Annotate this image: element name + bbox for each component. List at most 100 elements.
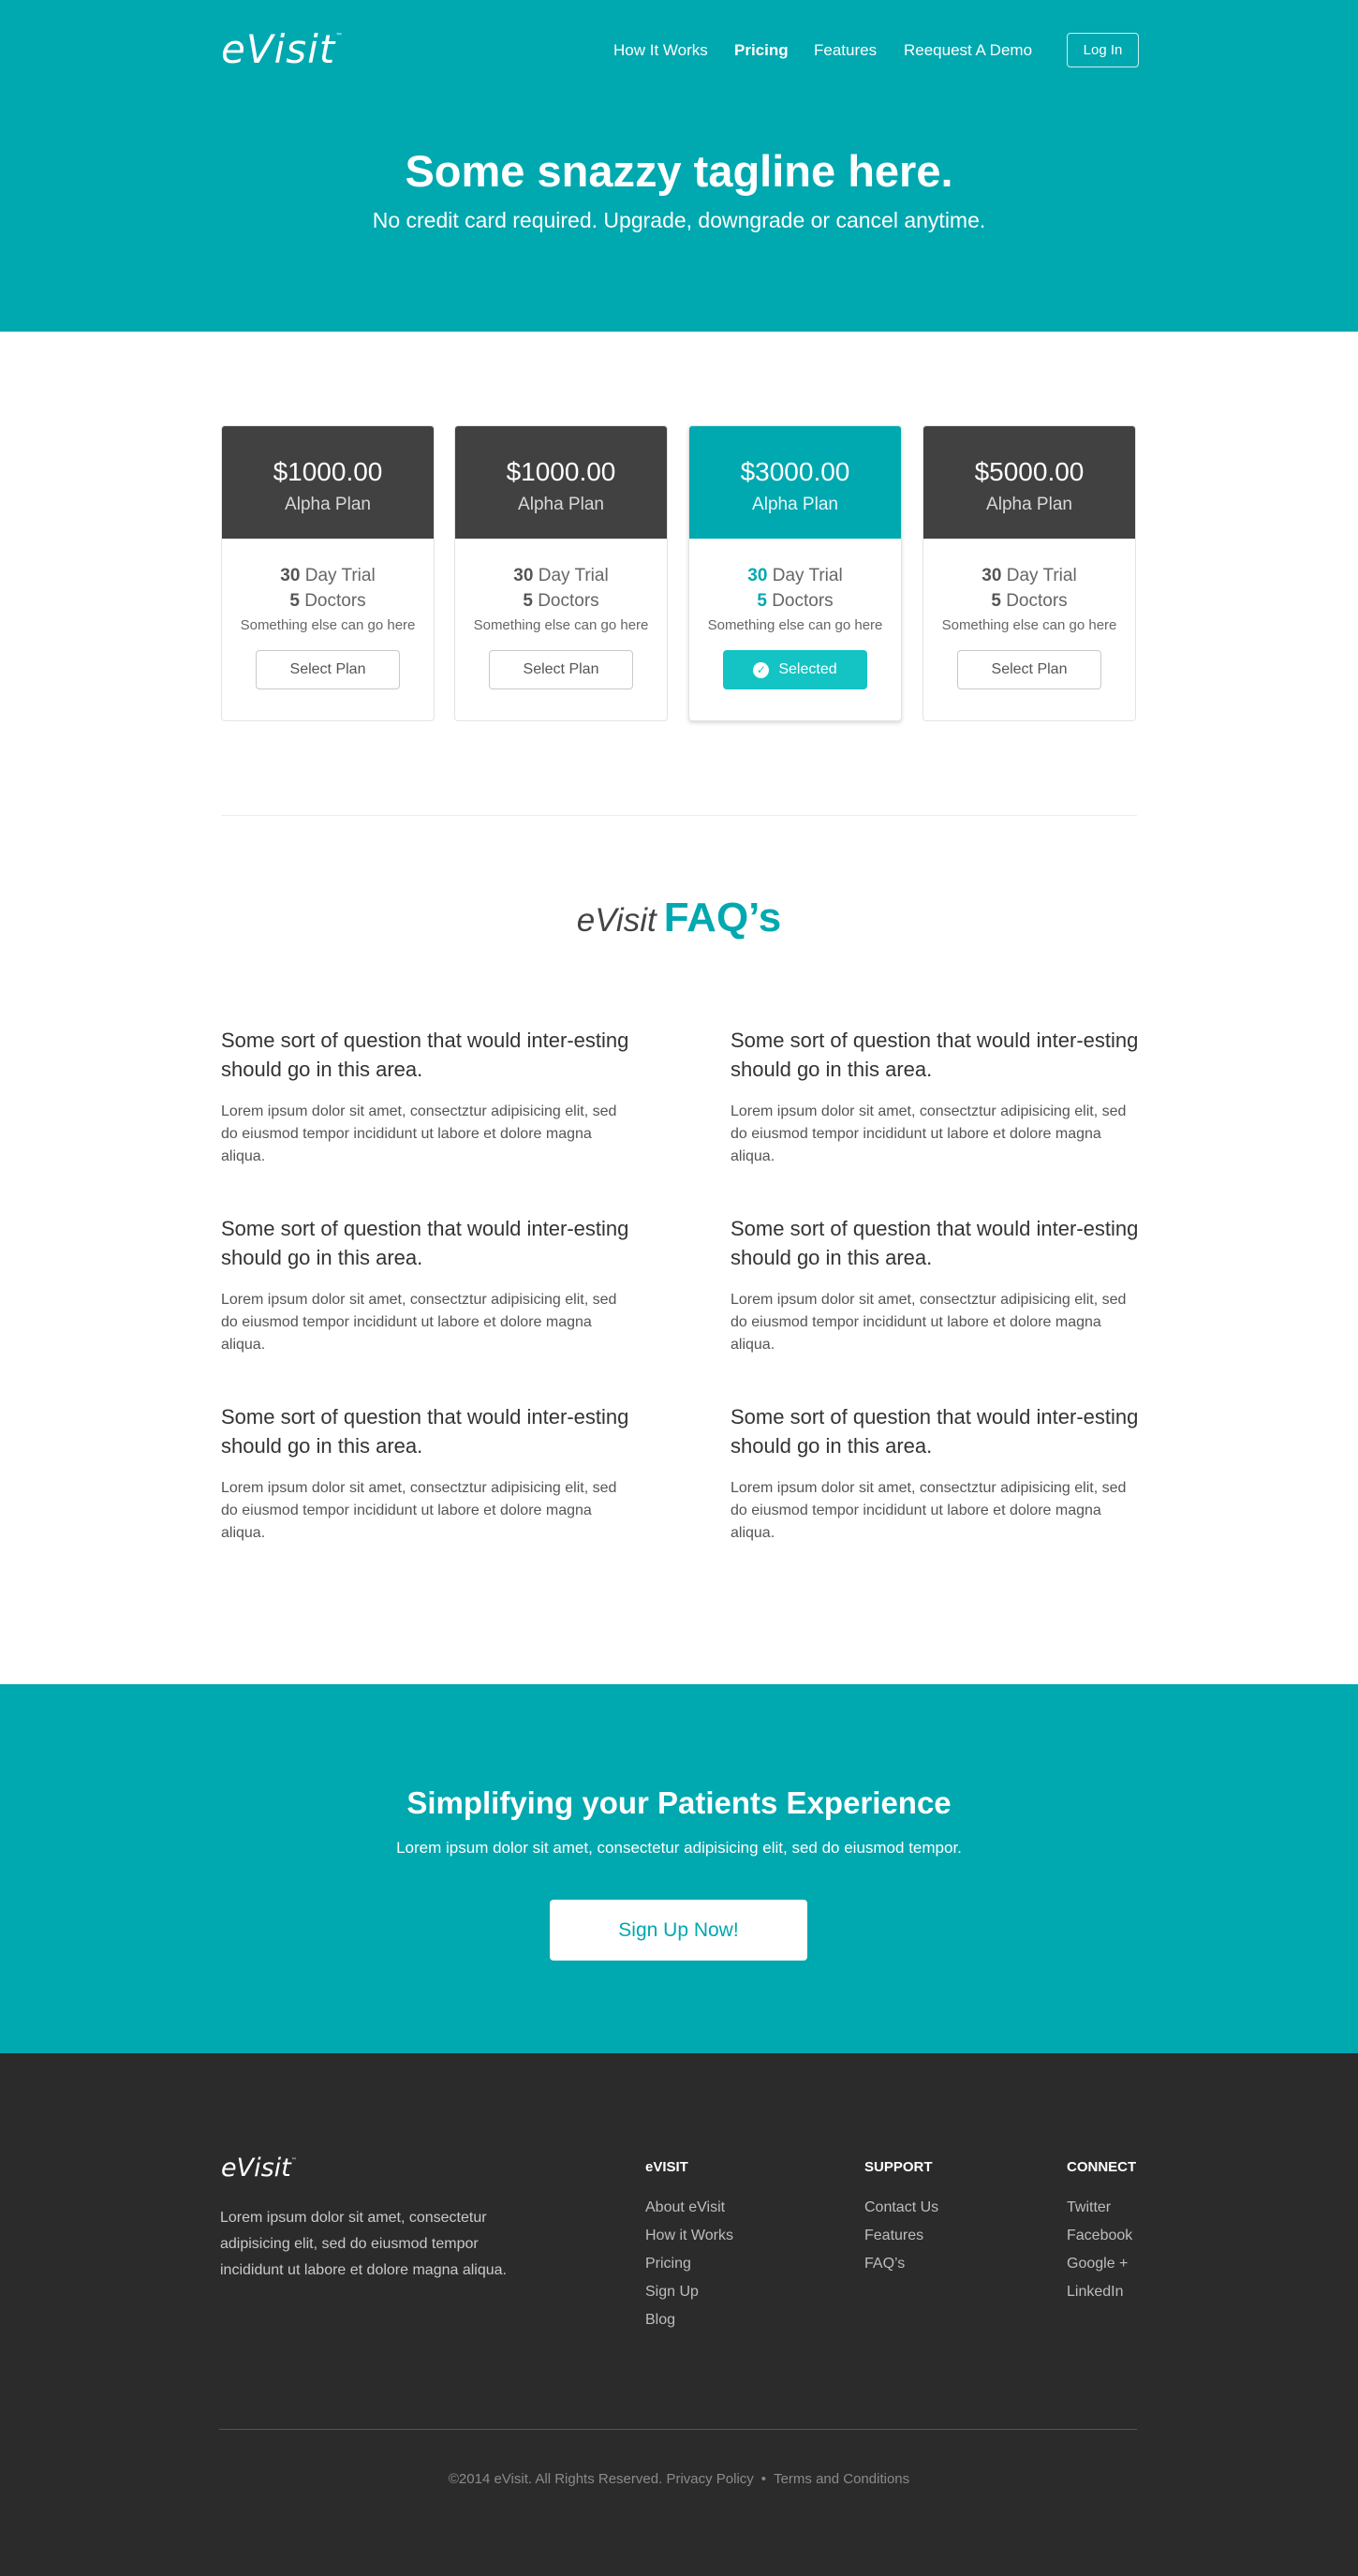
nav-features[interactable]: Features <box>814 41 877 60</box>
footer-link-google-plus[interactable]: Google + <box>1067 2250 1136 2278</box>
footer-column-evisit: eVISIT About eVisit How it Works Pricing… <box>645 2159 733 2334</box>
faq-question: Some sort of question that would inter-e… <box>731 1217 1139 1269</box>
plan-trial-number: 30 <box>280 566 301 585</box>
copyright-text: ©2014 eVisit. All Rights Reserved. <box>448 2471 663 2487</box>
nav-how-it-works[interactable]: How It Works <box>613 41 708 60</box>
footer-column-connect: CONNECT Twitter Facebook Google + Linked… <box>1067 2159 1136 2306</box>
footer-logo[interactable]: eVisit™ <box>221 2154 297 2183</box>
faq-title-main: FAQ’s <box>663 895 782 940</box>
plan-name: Alpha Plan <box>752 495 838 514</box>
plan-doctors-number: 5 <box>289 591 300 611</box>
select-plan-label: Select Plan <box>289 661 366 677</box>
plan-body: 30 Day Trial 5 Doctors Something else ca… <box>455 539 667 689</box>
separator-dot: • <box>760 2471 767 2487</box>
faq-question: Some sort of question that would inter-e… <box>221 1029 629 1081</box>
faq-question: Some sort of question that would inter-e… <box>731 1405 1139 1458</box>
footer-link-about[interactable]: About eVisit <box>645 2194 733 2222</box>
plan-note: Something else can go here <box>240 617 416 633</box>
plan-card: $1000.00 Alpha Plan 30 Day Trial 5 Docto… <box>221 425 435 721</box>
cta-title: Simplifying your Patients Experience <box>406 1785 952 1820</box>
plan-header: $5000.00 Alpha Plan <box>923 426 1135 539</box>
footer-heading: SUPPORT <box>864 2159 933 2175</box>
plan-note: Something else can go here <box>707 617 883 633</box>
plan-doctors-label: Doctors <box>1006 591 1068 611</box>
plan-trial: 30 Day Trial <box>222 563 434 588</box>
plan-price: $3000.00 <box>740 457 850 486</box>
plan-name: Alpha Plan <box>285 495 371 514</box>
select-plan-label: Select Plan <box>991 661 1068 677</box>
cta-section: Simplifying your Patients Experience Lor… <box>0 1684 1358 2053</box>
plan-trial-label: Day Trial <box>538 566 609 585</box>
faq-question: Some sort of question that would inter-e… <box>221 1405 629 1458</box>
footer-link-contact[interactable]: Contact Us <box>864 2194 938 2222</box>
footer-heading: CONNECT <box>1067 2159 1137 2175</box>
plan-doctors-number: 5 <box>991 591 1001 611</box>
plan-body: 30 Day Trial 5 Doctors Something else ca… <box>923 539 1135 689</box>
footer-link-blog[interactable]: Blog <box>645 2306 733 2334</box>
faq-question: Some sort of question that would inter-e… <box>221 1217 629 1269</box>
plan-trial: 30 Day Trial <box>923 563 1135 588</box>
faq-answer: Lorem ipsum dolor sit amet, consectztur … <box>731 1480 1127 1541</box>
footer-link-features[interactable]: Features <box>864 2222 938 2250</box>
footer-link-facebook[interactable]: Facebook <box>1067 2222 1136 2250</box>
footer-about: Lorem ipsum dolor sit amet, consectetur … <box>220 2210 507 2278</box>
select-plan-button[interactable]: Select Plan <box>489 650 633 689</box>
plan-name: Alpha Plan <box>986 495 1072 514</box>
plan-card: $1000.00 Alpha Plan 30 Day Trial 5 Docto… <box>454 425 668 721</box>
selected-plan-button[interactable]: ✓ Selected <box>723 650 867 689</box>
login-button[interactable]: Log In <box>1067 33 1139 67</box>
plan-card: $5000.00 Alpha Plan 30 Day Trial 5 Docto… <box>923 425 1136 721</box>
plan-doctors-number: 5 <box>757 591 767 611</box>
section-divider <box>221 815 1137 816</box>
footer-link-pricing[interactable]: Pricing <box>645 2250 733 2278</box>
plan-trial-number: 30 <box>747 566 768 585</box>
plan-header: $1000.00 Alpha Plan <box>222 426 434 539</box>
select-plan-label: Select Plan <box>523 661 599 677</box>
plan-note: Something else can go here <box>941 617 1117 633</box>
footer-divider <box>219 2429 1137 2430</box>
plan-doctors-label: Doctors <box>538 591 599 611</box>
footer-link-faqs[interactable]: FAQ’s <box>864 2250 938 2278</box>
footer-link-how-it-works[interactable]: How it Works <box>645 2222 733 2250</box>
faq-item: Some sort of question that would inter-e… <box>731 1402 1143 1545</box>
plan-card-selected: $3000.00 Alpha Plan 30 Day Trial 5 Docto… <box>688 425 902 721</box>
plan-name: Alpha Plan <box>518 495 604 514</box>
terms-link[interactable]: Terms and Conditions <box>774 2471 909 2487</box>
footer-logo-text: eVisit <box>221 2154 291 2183</box>
plan-body: 30 Day Trial 5 Doctors Something else ca… <box>222 539 434 689</box>
footer-legal: ©2014 eVisit. All Rights Reserved. Priva… <box>0 2471 1358 2487</box>
faq-answer: Lorem ipsum dolor sit amet, consectztur … <box>221 1103 617 1164</box>
plan-trial: 30 Day Trial <box>689 563 901 588</box>
footer: eVisit™ Lorem ipsum dolor sit amet, cons… <box>0 2053 1358 2576</box>
nav-pricing[interactable]: Pricing <box>734 41 789 60</box>
privacy-policy-link[interactable]: Privacy Policy <box>666 2471 753 2487</box>
plan-doctors: 5 Doctors <box>689 588 901 614</box>
plan-doctors: 5 Doctors <box>455 588 667 614</box>
nav-request-demo[interactable]: Reequest A Demo <box>904 41 1032 60</box>
footer-link-twitter[interactable]: Twitter <box>1067 2194 1136 2222</box>
select-plan-button[interactable]: Select Plan <box>256 650 400 689</box>
plan-doctors: 5 Doctors <box>222 588 434 614</box>
sign-up-button[interactable]: Sign Up Now! <box>550 1900 807 1961</box>
plan-price: $5000.00 <box>974 457 1085 486</box>
plan-price: $1000.00 <box>506 457 616 486</box>
faq-answer: Lorem ipsum dolor sit amet, consectztur … <box>221 1292 617 1353</box>
faq-item: Some sort of question that would inter-e… <box>731 1026 1143 1168</box>
check-circle-icon: ✓ <box>753 661 770 678</box>
footer-link-sign-up[interactable]: Sign Up <box>645 2278 733 2306</box>
faq-item: Some sort of question that would inter-e… <box>221 1214 633 1356</box>
footer-link-linkedin[interactable]: LinkedIn <box>1067 2278 1136 2306</box>
select-plan-button[interactable]: Select Plan <box>957 650 1101 689</box>
faq-answer: Lorem ipsum dolor sit amet, consectztur … <box>731 1103 1127 1164</box>
faq-question: Some sort of question that would inter-e… <box>731 1029 1139 1081</box>
plan-trial: 30 Day Trial <box>455 563 667 588</box>
cta-text: Lorem ipsum dolor sit amet, consectetur … <box>396 1839 962 1857</box>
plan-header: $3000.00 Alpha Plan <box>689 426 901 539</box>
faq-item: Some sort of question that would inter-e… <box>731 1214 1143 1356</box>
selected-plan-label: Selected <box>778 661 837 677</box>
plan-doctors-label: Doctors <box>772 591 834 611</box>
plan-body: 30 Day Trial 5 Doctors Something else ca… <box>689 539 901 689</box>
footer-heading: eVISIT <box>645 2159 688 2175</box>
hero-title: Some snazzy tagline here. <box>405 146 953 196</box>
plan-doctors-number: 5 <box>523 591 533 611</box>
